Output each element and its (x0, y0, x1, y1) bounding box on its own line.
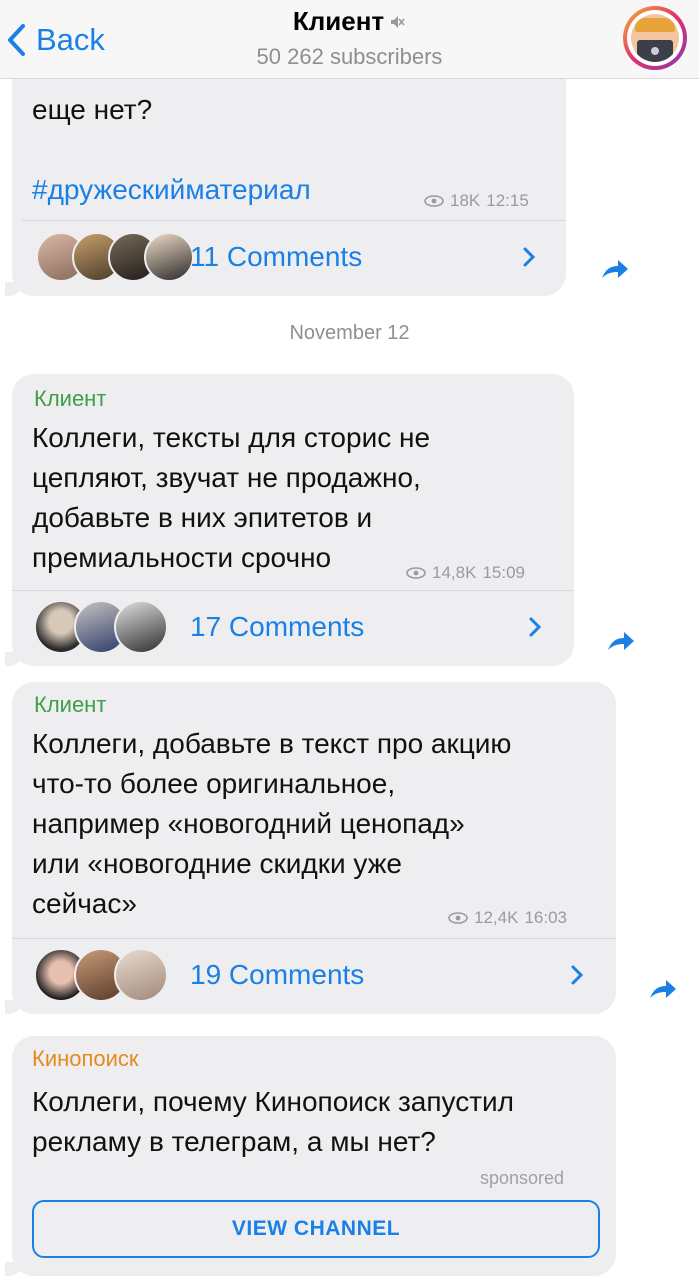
channel-title-area[interactable]: Клиент (0, 6, 699, 37)
eye-icon (448, 912, 468, 924)
avatar-image (631, 14, 679, 62)
chevron-right-icon (523, 247, 536, 267)
channel-title: Клиент (292, 6, 385, 36)
chevron-right-icon (571, 965, 584, 985)
comments-button[interactable]: 17 Comments (0, 594, 574, 660)
sender-name: Клиент (34, 386, 107, 411)
sponsor-name[interactable]: Кинопоиск (32, 1046, 139, 1072)
sponsored-label: sponsored (480, 1168, 565, 1188)
mute-icon (391, 15, 405, 28)
hashtag-link[interactable]: #дружескийматериал (32, 174, 311, 206)
commenter-avatars (34, 600, 168, 654)
divider (12, 938, 616, 939)
commenter-avatar (114, 600, 168, 654)
message-meta: 12,4K 16:03 (448, 908, 567, 928)
channel-avatar[interactable] (623, 6, 687, 70)
view-count: 12,4K (474, 908, 519, 927)
comments-button[interactable]: 19 Comments (0, 942, 616, 1008)
message-meta: 18K 12:15 (424, 191, 529, 211)
message-text: еще нет? (32, 94, 153, 125)
chevron-right-icon (529, 617, 542, 637)
comments-count: 17 Comments (190, 611, 365, 642)
message-text: Коллеги, добавьте в текст про акцию что-… (32, 728, 512, 919)
sponsored-text: Коллеги, почему Кинопоиск запустил рекла… (32, 1086, 515, 1157)
share-icon[interactable] (600, 256, 630, 282)
message-meta: 14,8K 15:09 (406, 563, 525, 583)
commenter-avatars (36, 232, 194, 282)
divider (12, 590, 574, 591)
channel-header: Back Клиент 50 262 subscribers (0, 0, 699, 79)
comments-count: 19 Comments (190, 959, 365, 990)
subscriber-count: 50 262 subscribers (256, 44, 443, 69)
view-count: 14,8K (432, 563, 477, 582)
eye-icon (424, 195, 444, 207)
view-count: 18K (450, 191, 481, 210)
message-time: 15:09 (482, 563, 525, 582)
divider (22, 220, 566, 221)
eye-icon (406, 567, 426, 579)
comments-button[interactable]: 11 Comments (0, 224, 566, 290)
view-channel-button[interactable]: VIEW CHANNEL (32, 1200, 600, 1258)
message-text: Коллеги, тексты для сторис не цепляют, з… (32, 422, 431, 573)
message-time: 12:15 (486, 191, 529, 210)
share-icon[interactable] (606, 628, 636, 654)
share-icon[interactable] (648, 976, 678, 1002)
commenter-avatar (144, 232, 194, 282)
comments-count: 11 Comments (190, 241, 363, 272)
sender-name: Клиент (34, 692, 107, 717)
message-time: 16:03 (524, 908, 567, 927)
date-separator: November 12 (289, 322, 410, 344)
commenter-avatars (34, 948, 168, 1002)
commenter-avatar (114, 948, 168, 1002)
